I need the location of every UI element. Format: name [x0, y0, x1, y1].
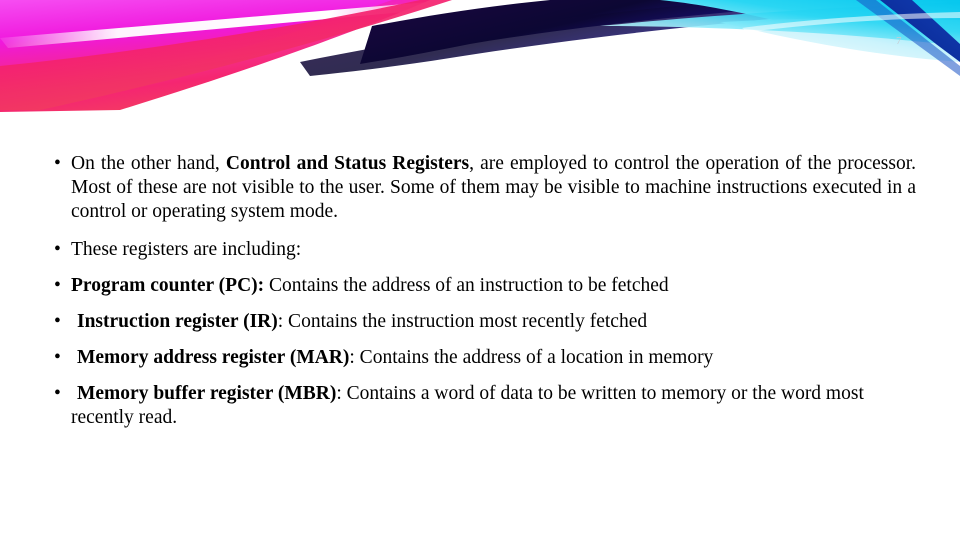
bullet-text: On the other hand, Control and Status Re… [71, 153, 916, 222]
bullet-text: These registers are including: [71, 239, 301, 260]
bullet-text-segment: These registers are including: [71, 239, 302, 260]
bullet-text: Instruction register (IR): Contains the … [71, 311, 647, 332]
bullet-marker-icon: • [54, 311, 61, 332]
bullet-marker-icon: • [54, 275, 61, 296]
bullet-marker-icon: • [54, 347, 61, 368]
bullet-memory-address-register: • Memory address register (MAR): Contains… [40, 346, 900, 370]
page-number: 7 [896, 35, 902, 47]
bullet-text: Memory buffer register (MBR): Contains a… [71, 383, 864, 428]
slide-body: • On the other hand, Control and Status R… [40, 152, 916, 430]
bullet-text-segment: On the other hand, [71, 153, 226, 174]
bullet-text-segment: : Contains the instruction most recently… [277, 311, 648, 332]
bullet-memory-buffer-register: • Memory buffer register (MBR): Contains … [40, 382, 900, 430]
bullet-marker-icon: • [54, 383, 61, 404]
bullet-marker-icon: • [54, 239, 61, 260]
bullet-text: Memory address register (MAR): Contains … [71, 347, 713, 368]
bullet-text-segment: Contains the address of an instruction t… [264, 275, 669, 296]
bullet-instruction-register: • Instruction register (IR): Contains the… [40, 310, 900, 334]
register-term: Memory address register (MAR) [77, 347, 350, 368]
bullet-marker-icon: • [54, 153, 61, 174]
swoosh-graphic [0, 0, 960, 112]
decorative-swoosh-banner [0, 0, 960, 120]
bullet-control-status-registers: • On the other hand, Control and Status R… [40, 152, 916, 224]
slide: 7 • On the other hand, Control and Status… [0, 0, 960, 540]
register-term: Instruction register (IR) [77, 311, 278, 332]
register-term: Program counter (PC): [71, 275, 265, 296]
bullet-text-segment: : Contains the address of a location in … [349, 347, 714, 368]
bullet-list: • On the other hand, Control and Status R… [40, 152, 916, 430]
bullet-program-counter: • Program counter (PC): Contains the addr… [40, 274, 900, 298]
register-term: Memory buffer register (MBR) [77, 383, 337, 404]
bullet-text: Program counter (PC): Contains the addre… [71, 275, 669, 296]
bullet-these-registers: • These registers are including: [40, 238, 900, 262]
register-term: Control and Status Registers [225, 153, 470, 174]
